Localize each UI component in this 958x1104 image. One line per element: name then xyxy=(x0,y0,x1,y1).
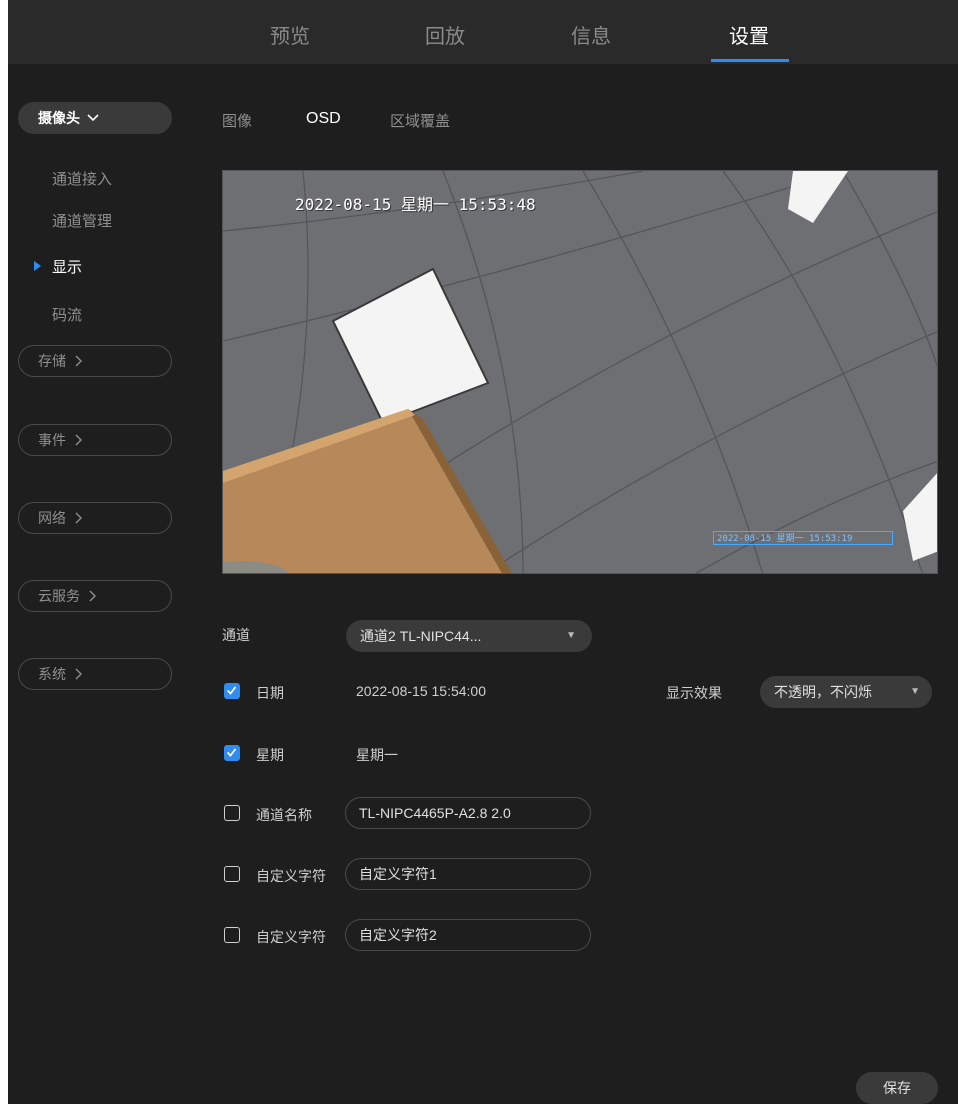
sidebar-category-cloud[interactable]: 云服务 xyxy=(18,580,172,612)
custom-text1-checkbox[interactable] xyxy=(224,866,240,882)
app-window: 预览 回放 信息 设置 摄像头 通道接入 通道管理 显示 码流 存储 事件 网络… xyxy=(8,0,958,1104)
display-effect-label: 显示效果 xyxy=(666,685,722,701)
date-checkbox[interactable] xyxy=(224,683,240,699)
channel-name-input[interactable]: TL-NIPC4465P-A2.8 2.0 xyxy=(345,797,591,829)
osd-datetime-overlay[interactable]: 2022-08-15 星期一 15:53:48 xyxy=(295,191,536,215)
channel-select[interactable]: 通道2 TL-NIPC44... ▼ xyxy=(346,620,592,652)
date-label: 日期 xyxy=(256,685,284,701)
chevron-right-icon xyxy=(75,668,82,680)
sidebar-category-network[interactable]: 网络 xyxy=(18,502,172,534)
sidebar-category-label: 事件 xyxy=(38,432,66,448)
active-item-arrow-icon xyxy=(34,261,41,271)
tab-settings[interactable]: 设置 xyxy=(729,20,769,49)
sidebar-category-label: 存储 xyxy=(38,353,66,369)
display-effect-value: 不透明，不闪烁 xyxy=(774,684,872,700)
camera-image xyxy=(223,171,937,573)
sidebar-category-system[interactable]: 系统 xyxy=(18,658,172,690)
subtab-image[interactable]: 图像 xyxy=(222,110,252,131)
chevron-right-icon xyxy=(75,512,82,524)
sidebar-item-channel-management[interactable]: 通道管理 xyxy=(52,210,112,231)
chevron-down-icon xyxy=(87,114,99,122)
chevron-right-icon xyxy=(89,590,96,602)
custom-text2-input[interactable]: 自定义字符2 xyxy=(345,919,591,951)
caret-down-icon: ▼ xyxy=(910,686,920,697)
checkmark-icon xyxy=(226,748,237,757)
caret-down-icon: ▼ xyxy=(566,630,576,641)
subtab-osd[interactable]: OSD xyxy=(306,110,341,128)
sidebar-item-channel-access[interactable]: 通道接入 xyxy=(52,168,112,189)
display-effect-select[interactable]: 不透明，不闪烁 ▼ xyxy=(760,676,932,708)
custom-text1-input[interactable]: 自定义字符1 xyxy=(345,858,591,890)
week-value: 星期一 xyxy=(356,747,398,763)
active-tab-indicator xyxy=(711,59,789,62)
tab-info[interactable]: 信息 xyxy=(571,20,611,49)
chevron-right-icon xyxy=(75,434,82,446)
save-button[interactable]: 保存 xyxy=(856,1072,938,1104)
sidebar-category-storage[interactable]: 存储 xyxy=(18,345,172,377)
sidebar-category-label: 摄像头 xyxy=(38,110,80,126)
sidebar-item-stream[interactable]: 码流 xyxy=(52,304,82,325)
custom-text2-checkbox[interactable] xyxy=(224,927,240,943)
sidebar-category-events[interactable]: 事件 xyxy=(18,424,172,456)
top-nav-bar: 预览 回放 信息 设置 xyxy=(8,0,958,64)
subtab-area-mask[interactable]: 区域覆盖 xyxy=(390,110,450,131)
sidebar-category-label: 网络 xyxy=(38,510,66,526)
date-value: 2022-08-15 15:54:00 xyxy=(356,683,486,699)
custom-text1-label: 自定义字符 xyxy=(256,868,326,884)
video-preview[interactable]: 2022-08-15 星期一 15:53:48 2022-08-15 星期一 1… xyxy=(222,170,938,574)
osd-secondary-overlay[interactable]: 2022-08-15 星期一 15:53:19 xyxy=(713,531,893,545)
tab-preview[interactable]: 预览 xyxy=(270,20,310,49)
channel-label: 通道 xyxy=(222,627,250,643)
channel-name-label: 通道名称 xyxy=(256,807,312,823)
custom-text2-label: 自定义字符 xyxy=(256,929,326,945)
channel-select-value: 通道2 TL-NIPC44... xyxy=(360,628,482,644)
checkmark-icon xyxy=(226,686,237,695)
sidebar-category-camera[interactable]: 摄像头 xyxy=(18,102,172,134)
sidebar-category-label: 云服务 xyxy=(38,588,80,604)
sidebar-item-display[interactable]: 显示 xyxy=(52,256,82,277)
week-label: 星期 xyxy=(256,747,284,763)
week-checkbox[interactable] xyxy=(224,745,240,761)
tab-playback[interactable]: 回放 xyxy=(425,20,465,49)
channel-name-checkbox[interactable] xyxy=(224,805,240,821)
chevron-right-icon xyxy=(75,355,82,367)
sidebar-category-label: 系统 xyxy=(38,666,66,682)
